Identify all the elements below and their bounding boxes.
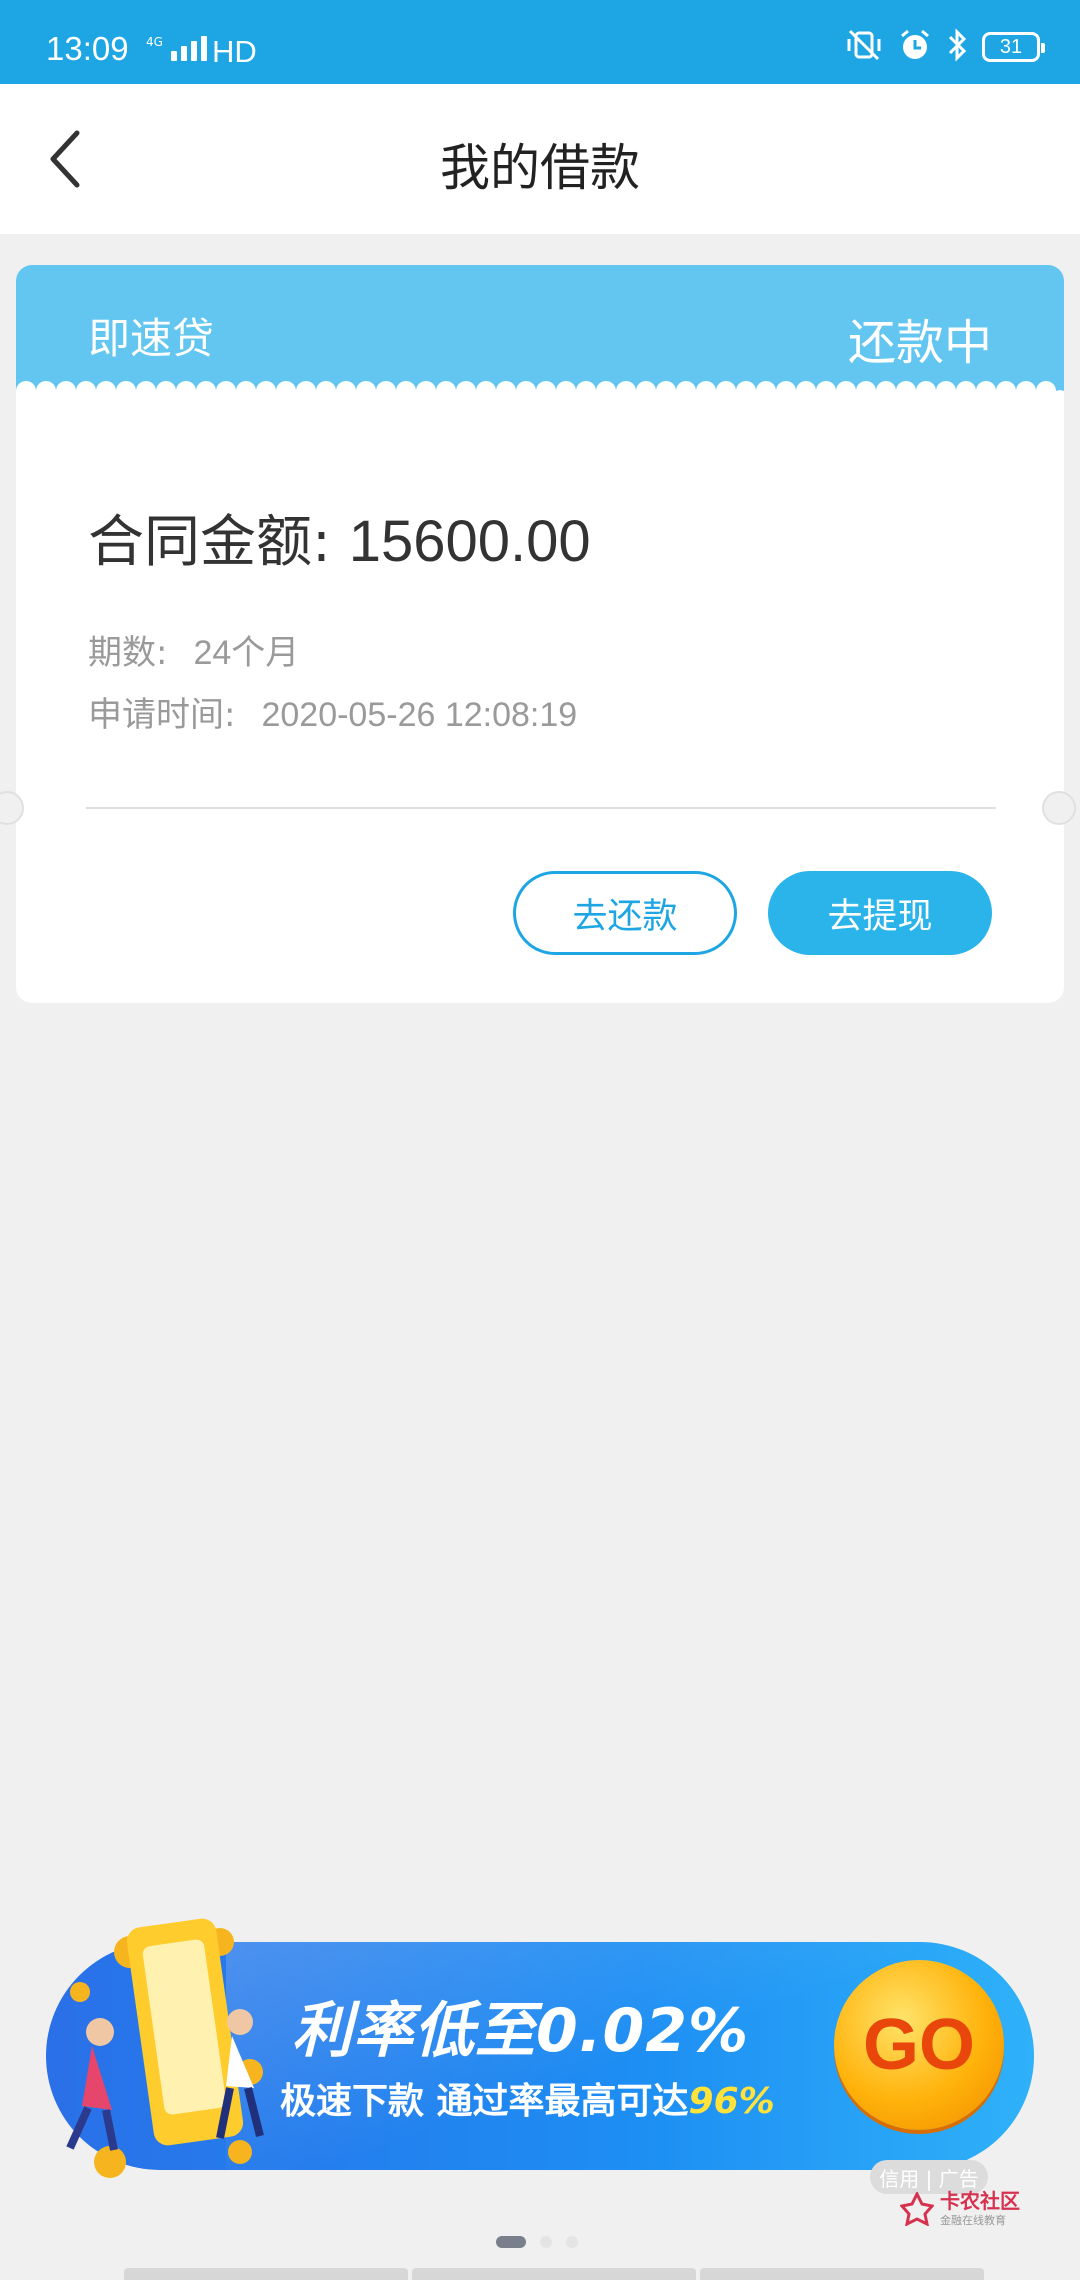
signal-icon: 4G [146,36,207,61]
scalloped-edge [16,381,1064,405]
apply-time-value: 2020-05-26 12:08:19 [261,696,578,734]
battery-icon: 31 [982,32,1045,62]
watermark-sub: 金融在线教育 [940,2214,1006,2227]
carousel-dot-active [496,2236,526,2248]
vibrate-mute-icon [844,29,884,65]
ad-banner[interactable]: 利率低至0.02% 极速下款 通过率最高可达96% GO 信用 | 广告 [40,1912,1040,2194]
nav-bar: 我的借款 [0,84,1080,234]
apply-time-row: 申请时间: 2020-05-26 12:08:19 [88,687,577,736]
kanong-logo-icon [900,2192,934,2226]
apply-time-label: 申请时间: [88,695,236,735]
bottom-bar-edge [124,2268,984,2280]
periods-label: 期数: [88,633,168,673]
ad-illustration [66,1918,264,2178]
network-type: 4G [146,35,163,49]
carousel-dot [566,2236,578,2248]
withdraw-button[interactable]: 去提现 [768,871,992,955]
loan-card: 即速贷 还款中 合同金额: 15600.00 期数: 24个月 申请时间: 2020… [16,265,1064,1003]
watermark: 卡农社区 金融在线教育 [900,2190,1020,2228]
watermark-name: 卡农社区 [940,2189,1020,2213]
ad-sub-highlight: 96% [688,2081,775,2122]
alarm-icon [898,28,932,66]
carousel-dot [540,2236,552,2248]
go-label: GO [862,2005,975,2085]
status-bar: 13:09 4G HD 31 [0,0,1080,84]
periods-row: 期数: 24个月 [88,625,299,674]
ad-subline: 极速下款 通过率最高可达96% [280,2072,775,2124]
status-time: 13:09 [46,30,129,67]
bluetooth-icon [946,28,968,66]
loan-status: 还款中 [847,315,992,371]
ticket-notch-right [1042,791,1076,825]
amount-label: 合同金额: [88,510,331,575]
status-icons: 31 [844,28,1045,66]
hd-indicator: HD [212,34,257,69]
contract-amount: 合同金额: 15600.00 [88,497,591,578]
page-title: 我的借款 [440,139,640,197]
loan-card-header: 即速贷 还款中 [16,265,1064,397]
divider [86,807,996,809]
go-button[interactable]: GO [834,1960,1004,2130]
carousel-indicator [496,2236,578,2248]
repay-button[interactable]: 去还款 [513,871,737,955]
periods-value: 24个月 [193,634,300,672]
product-name: 即速贷 [88,314,215,363]
ad-headline: 利率低至0.02% [292,1996,750,2066]
amount-value: 15600.00 [348,509,591,574]
ad-sub-text: 极速下款 通过率最高可达 [280,2081,689,2122]
